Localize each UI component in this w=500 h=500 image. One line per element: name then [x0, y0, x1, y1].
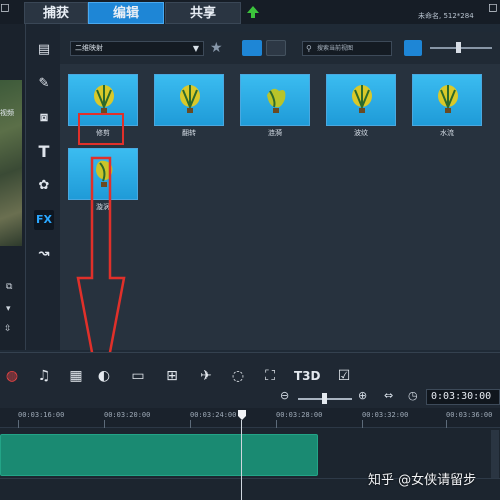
split-screen-icon[interactable]: ⊞: [162, 367, 182, 385]
spinner-icon[interactable]: ⇳: [4, 324, 12, 334]
tab-edit[interactable]: 编辑: [88, 2, 164, 24]
3d-title-icon[interactable]: T3D: [294, 367, 321, 385]
effect-thumbnail[interactable]: 水流: [412, 74, 482, 140]
ruler-label: 00:03:32:00: [362, 411, 409, 419]
video-view-button[interactable]: [242, 40, 262, 56]
subtitle-icon[interactable]: ▭: [128, 367, 148, 385]
ruler-tick: [446, 420, 447, 428]
ruler-label: 00:03:36:00: [446, 411, 493, 419]
ruler-tick: [104, 420, 105, 428]
library-category-bar: ▤ ✎ ⧈ T ✿ FX ↝: [26, 24, 60, 350]
window-corner-mark: ◻: [0, 0, 10, 14]
effect-preview: [68, 148, 138, 200]
project-duration[interactable]: 0:03:30:00: [426, 389, 500, 405]
pan-zoom-icon[interactable]: ⛶: [260, 367, 280, 385]
chevron-down-icon: ▼: [192, 44, 199, 53]
search-input[interactable]: ⚲ 搜索当前视图: [302, 41, 392, 56]
effect-preview: [154, 74, 224, 126]
timeline-toolbar: ◍ ♫ ▦ ◐ ▭ ⊞ ✈ ◌ ⛶ T3D ☑ ⊖ ⊕ ⇔ ◷: [0, 352, 500, 408]
tab-share[interactable]: 共享: [165, 2, 241, 24]
playhead-line: [241, 420, 242, 500]
audio-view-button[interactable]: [266, 40, 286, 56]
ruler-label: 00:03:24:00: [190, 411, 237, 419]
library-header: 二维映射 ▼ ★ ⚲ 搜索当前视图: [60, 32, 500, 64]
effect-thumbnail[interactable]: 翻转: [154, 74, 224, 140]
ruler-tick: [276, 420, 277, 428]
balloon-icon: [267, 88, 286, 113]
effect-thumbnail[interactable]: 波纹: [326, 74, 396, 140]
list-view-button[interactable]: [404, 40, 422, 56]
annotation-highlight-box: [78, 113, 124, 145]
tab-capture[interactable]: 捕获: [24, 2, 88, 24]
title-icon[interactable]: T: [34, 142, 54, 162]
instant-project-icon[interactable]: ✎: [34, 74, 54, 94]
mask-icon[interactable]: ◐: [94, 367, 114, 385]
category-dropdown-value: 二维映射: [75, 44, 103, 52]
effect-preview: [326, 74, 396, 126]
balloon-icon: [180, 85, 200, 113]
ruler-label: 00:03:20:00: [104, 411, 151, 419]
timeline-ruler[interactable]: 00:03:16:00 00:03:20:00 00:03:24:00 00:0…: [0, 408, 500, 428]
motion-icon[interactable]: ✈: [196, 367, 216, 385]
category-dropdown[interactable]: 二维映射 ▼: [70, 41, 204, 56]
thumbnail-size-knob[interactable]: [456, 42, 461, 53]
ruler-label: 00:03:28:00: [276, 411, 323, 419]
effect-thumbnail[interactable]: 漩涡: [68, 148, 138, 214]
graphics-icon[interactable]: ✿: [34, 176, 54, 196]
path-track-icon[interactable]: ◌: [228, 367, 248, 385]
app-window: ◻ 捕获 编辑 共享 未命名, 512*284 ◻ 视频 ⧉ ▾ ⇳ ▤ ✎ ⧈…: [0, 0, 500, 500]
effect-label: 涟漪: [268, 129, 282, 137]
search-placeholder: 搜索当前视图: [317, 45, 354, 52]
snapshot-icon[interactable]: ⧉: [6, 282, 12, 292]
dropdown-caret-icon[interactable]: ▾: [6, 304, 11, 314]
edit-check-icon[interactable]: ☑: [334, 367, 354, 385]
multi-camera-icon[interactable]: ▦: [66, 367, 86, 385]
effect-label: 翻转: [182, 129, 196, 137]
top-tab-bar: ◻ 捕获 编辑 共享 未命名, 512*284 ◻: [0, 0, 500, 24]
filter-fx-icon[interactable]: FX: [34, 210, 54, 230]
audio-wave-icon[interactable]: ♫: [34, 367, 54, 385]
add-favorite-icon[interactable]: ★: [210, 40, 223, 56]
balloon-icon: [96, 160, 113, 187]
ruler-tick: [362, 420, 363, 428]
upload-arrow-icon[interactable]: [246, 5, 260, 19]
preview-panel: 视频 ⧉ ▾ ⇳: [0, 24, 26, 350]
transition-icon[interactable]: ⧈: [34, 108, 54, 128]
effect-thumbnail[interactable]: 涟漪: [240, 74, 310, 140]
balloon-icon: [352, 85, 372, 113]
timeline-scrollbar[interactable]: [491, 430, 499, 478]
timeline-zoom-knob[interactable]: [322, 393, 327, 404]
balloon-icon: [438, 85, 458, 113]
thumbnail-size-slider[interactable]: [430, 47, 492, 49]
media-icon[interactable]: ▤: [34, 40, 54, 60]
fit-project-icon[interactable]: ⇔: [384, 389, 393, 402]
effect-preview: [412, 74, 482, 126]
path-icon[interactable]: ↝: [34, 244, 54, 264]
project-title: 未命名, 512*284: [418, 12, 474, 20]
ruler-label: 00:03:16:00: [18, 411, 65, 419]
window-control-icon[interactable]: ◻: [488, 0, 498, 14]
ruler-tick: [18, 420, 19, 428]
watermark-text: 知乎 @女侠请留步: [368, 473, 477, 488]
video-clip[interactable]: [0, 434, 318, 476]
effect-preview: [240, 74, 310, 126]
balloon-icon: [94, 85, 114, 113]
zoom-out-icon[interactable]: ⊖: [280, 389, 289, 402]
preview-partial-text: 视频: [0, 109, 14, 117]
clock-icon: ◷: [408, 389, 418, 402]
preview-image: [0, 80, 22, 246]
search-icon: ⚲: [306, 44, 312, 53]
effect-label: 水流: [440, 129, 454, 137]
effects-library: 二维映射 ▼ ★ ⚲ 搜索当前视图 修剪 翻转 涟漪 波纹 水流 漩涡: [60, 32, 500, 380]
zoom-in-icon[interactable]: ⊕: [358, 389, 367, 402]
effect-label: 波纹: [354, 129, 368, 137]
mix-icon[interactable]: ◍: [2, 367, 22, 385]
ruler-tick: [190, 420, 191, 428]
effect-label: 漩涡: [96, 203, 110, 211]
